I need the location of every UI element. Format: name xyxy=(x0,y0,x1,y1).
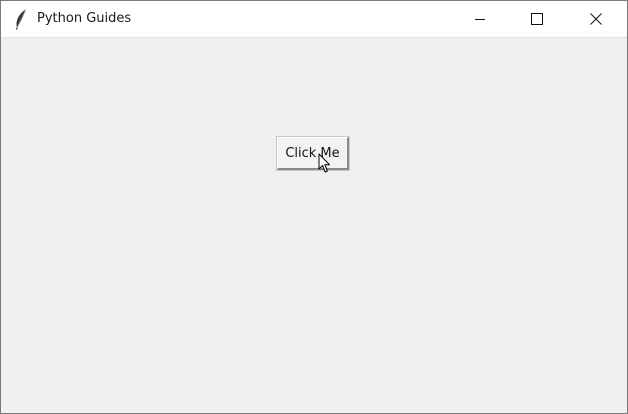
minimize-icon xyxy=(474,10,486,29)
title-bar[interactable]: Python Guides xyxy=(1,1,627,38)
feather-icon xyxy=(13,8,29,30)
close-button[interactable] xyxy=(573,1,619,37)
maximize-button[interactable] xyxy=(514,1,560,37)
client-area: Click Me xyxy=(1,38,627,413)
window-title: Python Guides xyxy=(37,11,132,26)
app-window: Python Guides Click Me xyxy=(0,0,628,414)
click-me-button[interactable]: Click Me xyxy=(276,136,350,171)
minimize-button[interactable] xyxy=(457,1,503,37)
close-icon xyxy=(590,10,602,29)
maximize-icon xyxy=(531,10,543,29)
